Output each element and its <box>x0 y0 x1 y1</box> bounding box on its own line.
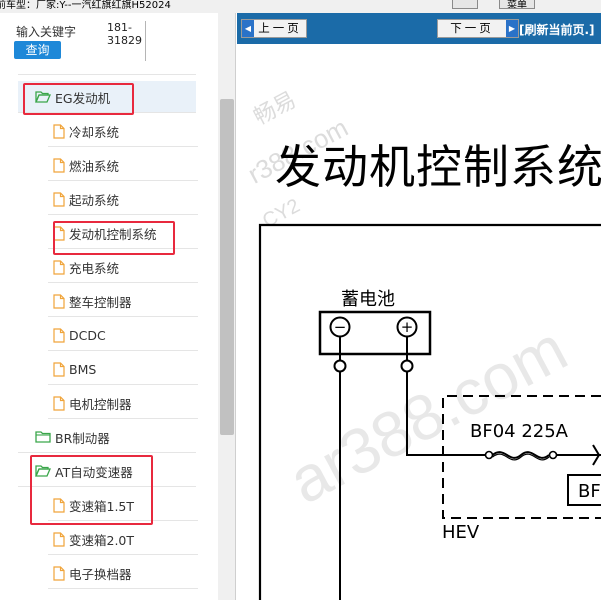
next-page-label: 下一页 <box>450 21 494 35</box>
refresh-page-link[interactable]: [刷新当前页.] <box>519 21 595 38</box>
tree-scrollbar[interactable] <box>218 13 235 600</box>
tree-item-label: 起动系统 <box>69 192 120 208</box>
tree-item-label: DCDC <box>69 327 106 343</box>
tree-item-label: 冷却系统 <box>69 124 120 140</box>
tree-item-label: BR制动器 <box>55 430 110 446</box>
tree-item-br-brake[interactable]: BR制动器 <box>18 421 196 453</box>
prev-page-label: 上一页 <box>258 21 302 35</box>
tree-item-label: 充电系统 <box>69 260 120 276</box>
tree-item-electronic-shifter[interactable]: 电子换档器 <box>48 557 198 589</box>
file-icon <box>53 123 65 139</box>
tree-item-dcdc[interactable]: DCDC <box>48 319 198 351</box>
tree-item-label: BMS <box>69 361 97 377</box>
search-input[interactable]: 181- 31829 <box>103 21 146 61</box>
search-button[interactable]: 查询 <box>14 41 61 59</box>
arrow-right-icon: ▶ <box>506 20 518 37</box>
relay-label-partial: BF <box>578 481 601 502</box>
next-page-button[interactable]: 下一页 ▶ <box>437 19 519 38</box>
connector-point <box>333 359 347 373</box>
file-icon <box>53 361 65 377</box>
fuse-terminal <box>484 450 494 460</box>
highlight-box <box>53 221 175 255</box>
category-tree: EG发动机 冷却系统 燃油系统 起动系统 发动机控制系统 充电系统 整车控制器 … <box>0 13 218 600</box>
folder-icon <box>35 431 51 443</box>
tree-item-label: 燃油系统 <box>69 158 120 174</box>
tree-item-cooling[interactable]: 冷却系统 <box>48 115 198 147</box>
arrow-left-icon: ◀ <box>242 20 254 37</box>
prev-page-button[interactable]: ◀ 上一页 <box>241 19 307 38</box>
file-icon <box>53 531 65 547</box>
document-title: 发动机控制系统 <box>275 140 601 194</box>
fuse-terminal <box>548 450 558 460</box>
plus-icon: + <box>401 318 414 336</box>
document-toolbar: ◀ 上一页 下一页 ▶ [刷新当前页.] <box>237 13 601 44</box>
minus-icon: − <box>334 318 347 336</box>
hev-label: HEV <box>442 522 480 543</box>
tree-item-label: 电子换档器 <box>69 566 132 582</box>
tree-item-label: 电机控制器 <box>69 396 132 412</box>
file-icon <box>53 395 65 411</box>
tree-item-motor-controller[interactable]: 电机控制器 <box>48 387 198 419</box>
document-viewer: ◀ 上一页 下一页 ▶ [刷新当前页.] 畅易 r388.com CY2 ar3… <box>237 13 601 600</box>
tree-item-partial[interactable] <box>18 65 196 75</box>
highlight-box <box>30 455 153 525</box>
search-value-line: 181- <box>107 21 132 34</box>
tree-item-fuel[interactable]: 燃油系统 <box>48 149 198 181</box>
search-label: 输入关键字 <box>16 25 77 39</box>
tree-item-label: 变速箱2.0T <box>69 532 135 548</box>
top-bar: 前车型：厂家:Y--一汽红旗红旗H52024 菜单 <box>0 0 601 13</box>
top-button[interactable] <box>452 0 478 9</box>
diagram-frame <box>258 223 601 600</box>
menu-button[interactable]: 菜单 <box>499 0 535 9</box>
scrollbar-thumb[interactable] <box>220 99 234 435</box>
file-icon <box>53 191 65 207</box>
file-icon <box>53 157 65 173</box>
battery-label: 蓄电池 <box>341 289 395 310</box>
tree-item-label: 整车控制器 <box>69 294 132 310</box>
tree-item-gearbox-20t[interactable]: 变速箱2.0T <box>48 523 198 555</box>
search-value-line: 31829 <box>107 34 142 47</box>
tree-item-starting[interactable]: 起动系统 <box>48 183 198 215</box>
vehicle-info: 前车型：厂家:Y--一汽红旗红旗H52024 <box>0 0 171 11</box>
watermark: 畅易 <box>249 86 300 130</box>
search-area: 输入关键字 查询 181- 31829 <box>0 13 218 65</box>
tree-item-vehicle-controller[interactable]: 整车控制器 <box>48 285 198 317</box>
tree-item-charging[interactable]: 充电系统 <box>48 251 198 283</box>
file-icon <box>53 327 65 343</box>
file-icon <box>53 293 65 309</box>
positive-wire <box>406 371 487 456</box>
fuse-label: BF04 225A <box>470 421 569 442</box>
tree-item-bms[interactable]: BMS <box>48 353 198 385</box>
wiring-diagram: 蓄电池 − + HEV BF04 225A BF <box>258 223 601 600</box>
connector-point <box>400 359 414 373</box>
highlight-box <box>23 83 134 115</box>
file-icon <box>53 259 65 275</box>
file-icon <box>53 565 65 581</box>
left-panel: EG发动机 冷却系统 燃油系统 起动系统 发动机控制系统 充电系统 整车控制器 … <box>0 13 236 600</box>
